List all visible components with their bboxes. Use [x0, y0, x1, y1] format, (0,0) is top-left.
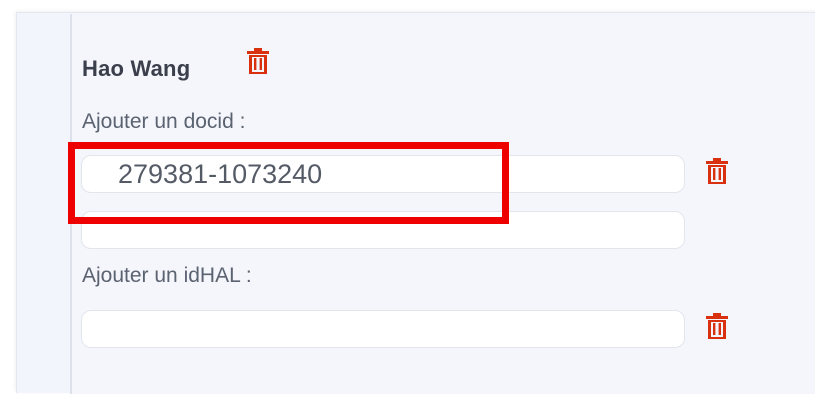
delete-idhal-trash-icon[interactable]: [705, 313, 729, 341]
docid-input-2[interactable]: [81, 211, 685, 249]
docid-label: Ajouter un docid :: [82, 110, 246, 133]
author-name: Hao Wang: [82, 56, 191, 81]
idhal-input[interactable]: [81, 310, 685, 348]
docid-input-1[interactable]: [81, 155, 685, 193]
idhal-label: Ajouter un idHAL :: [82, 264, 252, 287]
delete-author-trash-icon[interactable]: [246, 48, 270, 76]
delete-docid-trash-icon[interactable]: [705, 158, 729, 186]
